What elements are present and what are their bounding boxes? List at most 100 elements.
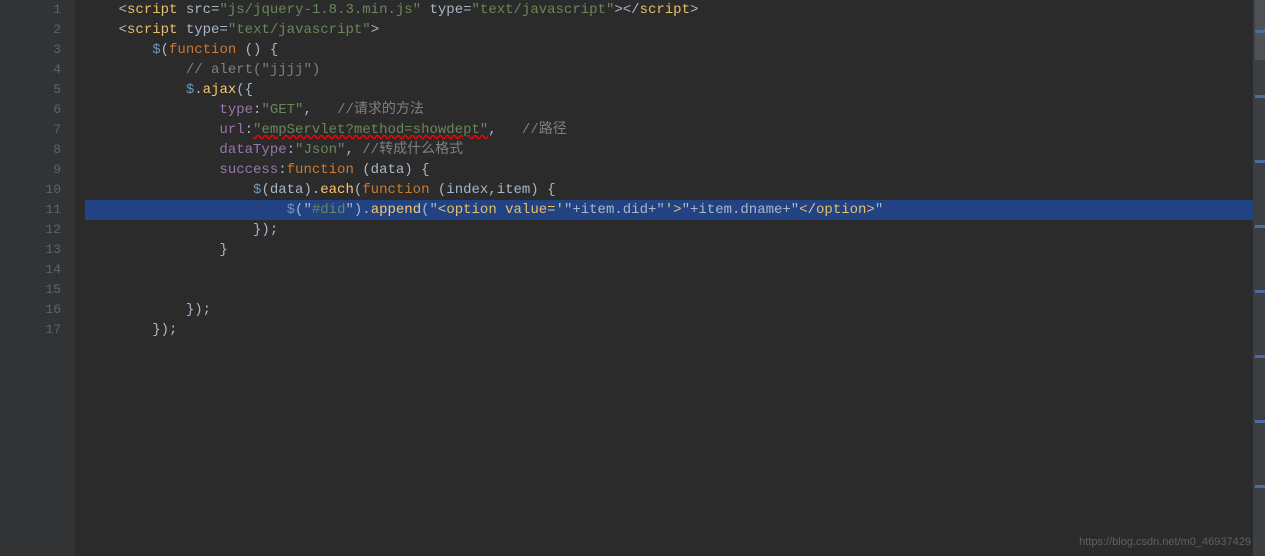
token: < xyxy=(85,0,127,20)
line-num-8: 8 xyxy=(30,140,67,160)
token xyxy=(85,160,219,180)
token: "+item.did+" xyxy=(564,200,665,220)
line-num-1: 1 xyxy=(30,0,67,20)
line-num-3: 3 xyxy=(30,40,67,60)
vertical-scrollbar[interactable] xyxy=(1253,0,1265,556)
token: < xyxy=(85,20,127,40)
token: $ xyxy=(253,180,261,200)
line-num-4: 4 xyxy=(30,60,67,80)
line-num-5: 5 xyxy=(30,80,67,100)
token: }); xyxy=(85,320,177,340)
token: : xyxy=(253,100,261,120)
code-line-4: // alert("jjjj") xyxy=(85,60,1253,80)
code-line-6: type:"GET", //请求的方法 xyxy=(85,100,1253,120)
token: //路径 xyxy=(522,120,567,140)
fold-gutter xyxy=(14,0,30,556)
token: "+item.dname+" xyxy=(682,200,800,220)
token: // alert("jjjj") xyxy=(186,60,320,80)
scrollbar-marker-8 xyxy=(1255,485,1265,488)
token: (index,item) { xyxy=(429,180,555,200)
token: ></ xyxy=(614,0,639,20)
token xyxy=(85,80,186,100)
token: ({ xyxy=(236,80,253,100)
token: "empServlet?method=showdept" xyxy=(253,120,488,140)
token: success xyxy=(219,160,278,180)
token: script xyxy=(127,20,177,40)
code-line-15 xyxy=(85,280,1253,300)
token: "text/javascript" xyxy=(472,0,615,20)
token: "Json" xyxy=(295,140,345,160)
watermark: https://blog.csdn.net/m0_46937429 xyxy=(1079,536,1251,548)
token: ( xyxy=(161,40,169,60)
token: (data). xyxy=(261,180,320,200)
token: (" xyxy=(421,200,438,220)
token xyxy=(85,40,152,60)
token: () { xyxy=(236,40,278,60)
scrollbar-marker-4 xyxy=(1255,225,1265,228)
code-line-13: } xyxy=(85,240,1253,260)
line-num-17: 17 xyxy=(30,320,67,340)
token: . xyxy=(194,80,202,100)
code-line-10: $(data).each(function (index,item) { xyxy=(85,180,1253,200)
token: "). xyxy=(345,200,370,220)
line-num-12: 12 xyxy=(30,220,67,240)
token: , xyxy=(488,120,522,140)
token: "text/javascript" xyxy=(228,20,371,40)
code-line-7: url:"empServlet?method=showdept", //路径 xyxy=(85,120,1253,140)
token: type= xyxy=(421,0,471,20)
code-line-3: $(function () { xyxy=(85,40,1253,60)
scrollbar-marker-5 xyxy=(1255,290,1265,293)
code-line-2: <script type="text/javascript"> xyxy=(85,20,1253,40)
token: ajax xyxy=(203,80,237,100)
code-line-16: }); xyxy=(85,300,1253,320)
code-line-1: < script src="js/jquery-1.8.3.min.js" typ… xyxy=(85,0,1253,20)
token: : xyxy=(287,140,295,160)
token: each xyxy=(320,180,354,200)
scrollbar-marker-7 xyxy=(1255,420,1265,423)
token: "GET" xyxy=(261,100,303,120)
token: "js/jquery-1.8.3.min.js" xyxy=(219,0,421,20)
line-num-7: 7 xyxy=(30,120,67,140)
token: : xyxy=(245,120,253,140)
scrollbar-marker-3 xyxy=(1255,160,1265,163)
code-line-5: $.ajax({ xyxy=(85,80,1253,100)
token xyxy=(85,120,219,140)
scrollbar-marker-2 xyxy=(1255,95,1265,98)
token xyxy=(85,140,219,160)
scrollbar-marker-6 xyxy=(1255,355,1265,358)
code-line-11: $("#did").append("<option value='"+item.… xyxy=(85,200,1253,220)
code-line-12: }); xyxy=(85,220,1253,240)
token: }); xyxy=(85,220,278,240)
token: : xyxy=(278,160,286,180)
line-numbers: 1 2 3 4 5 6 7 8 9 10 11 12 13 14 15 16 1… xyxy=(30,0,75,556)
token: $ xyxy=(287,200,295,220)
token: (" xyxy=(295,200,312,220)
token: }); xyxy=(85,300,211,320)
token: #did xyxy=(312,200,346,220)
line-num-14: 14 xyxy=(30,260,67,280)
token: </option> xyxy=(799,200,875,220)
line-num-2: 2 xyxy=(30,20,67,40)
token xyxy=(85,200,287,220)
line-num-15: 15 xyxy=(30,280,67,300)
token: dataType xyxy=(219,140,286,160)
code-line-17: }); xyxy=(85,320,1253,340)
token: } xyxy=(85,240,228,260)
token: src= xyxy=(177,0,219,20)
token: " xyxy=(875,200,883,220)
token: $ xyxy=(186,80,194,100)
token: type= xyxy=(177,20,227,40)
token: function xyxy=(169,40,236,60)
token: //请求的方法 xyxy=(337,100,424,120)
token: script xyxy=(640,0,690,20)
token: url xyxy=(219,120,244,140)
token xyxy=(85,100,219,120)
code-area[interactable]: <script src="js/jquery-1.8.3.min.js" typ… xyxy=(75,0,1253,556)
token: ( xyxy=(354,180,362,200)
token: '> xyxy=(665,200,682,220)
token: <option value=' xyxy=(438,200,564,220)
token: , xyxy=(345,140,362,160)
line-num-10: 10 xyxy=(30,180,67,200)
code-line-14 xyxy=(85,260,1253,280)
token: function xyxy=(362,180,429,200)
